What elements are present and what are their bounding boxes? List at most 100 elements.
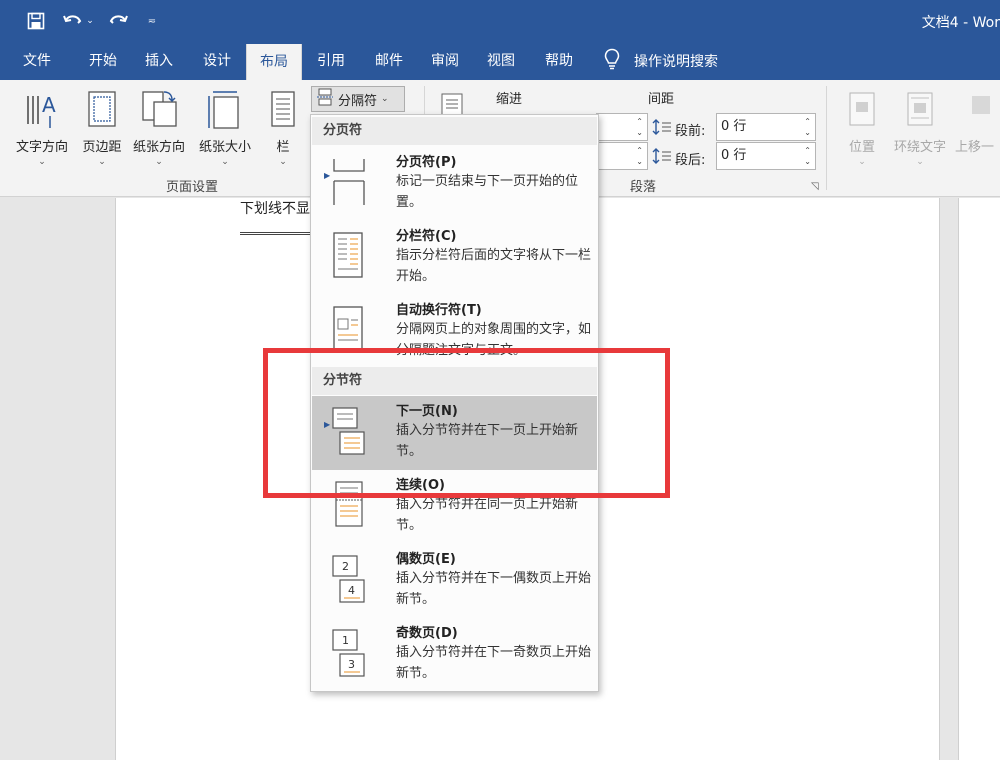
tab-home[interactable]: 开始 [74, 42, 132, 80]
chevron-down-icon: ⌄ [858, 157, 866, 167]
tab-review[interactable]: 审阅 [416, 42, 474, 80]
menu-item-title: 下一页(N) [396, 404, 458, 419]
tab-design[interactable]: 设计 [188, 42, 246, 80]
paragraph-group-label: 段落 [630, 180, 657, 195]
customize-qat-icon[interactable]: ≂ [144, 9, 160, 33]
breaks-button[interactable]: 分隔符 ⌄ [311, 86, 405, 112]
tell-me-search[interactable]: 操作说明搜索 [604, 42, 718, 80]
even-page-break-icon: 24 [332, 555, 365, 603]
wrap-text-label: 环绕文字 [893, 140, 946, 155]
dialog-launcher-icon[interactable]: ◹ [811, 181, 819, 192]
tab-view[interactable]: 视图 [472, 42, 530, 80]
svg-text:1: 1 [342, 634, 349, 647]
spacing-after-value: 0 行 [721, 148, 747, 163]
spinner-arrows-icon[interactable]: ⌃ ⌄ [804, 145, 811, 167]
svg-text:2: 2 [342, 560, 349, 573]
chevron-down-icon: ⌄ [98, 157, 106, 167]
menu-item-desc: 指示分栏符后面的文字将从下一栏开始。 [396, 248, 592, 284]
orientation-button[interactable]: 纸张方向 ⌄ [128, 88, 190, 167]
section-breaks-header: 分节符 [312, 367, 597, 395]
breaks-menu: 分页符 ▶ 分页符(P) 标记一页结束与下一页开始的位置。 分栏符(C) 指示分… [310, 114, 599, 692]
indent-right-input[interactable]: ⌃ ⌄ [596, 142, 648, 170]
spacing-after-icon [652, 147, 672, 169]
menu-item-odd-page[interactable]: 13 奇数页(D) 插入分节符并在下一奇数页上开始新节。 [312, 618, 597, 692]
bring-forward-label: 上移一 [955, 140, 995, 155]
save-icon[interactable] [24, 9, 48, 33]
size-button[interactable]: 纸张大小 ⌄ [194, 88, 256, 167]
spacing-after-label: 段后: [652, 147, 705, 169]
document-text: 下划线不显 [240, 201, 310, 217]
chevron-down-icon: ⌄ [221, 157, 229, 167]
menu-item-desc: 插入分节符并在下一奇数页上开始新节。 [396, 645, 592, 681]
tab-file[interactable]: 文件 [8, 42, 66, 80]
spacing-before-label: 段前: [652, 118, 705, 140]
position-button[interactable]: 位置 ⌄ [842, 88, 882, 167]
indent-left-input[interactable]: ⌃ ⌄ [596, 113, 648, 141]
menu-item-desc: 分隔网页上的对象周围的文字，如分隔题注文字与正文。 [396, 322, 592, 358]
menu-item-desc: 标记一页结束与下一页开始的位置。 [396, 174, 579, 210]
menu-item-title: 连续(O) [396, 478, 445, 493]
position-icon [842, 88, 882, 130]
tab-insert[interactable]: 插入 [130, 42, 188, 80]
chevron-down-icon: ⌄ [916, 157, 924, 167]
svg-text:3: 3 [348, 658, 355, 671]
text-wrapping-break-icon [333, 306, 363, 352]
menu-item-title: 分页符(P) [396, 155, 457, 170]
breaks-icon [316, 88, 338, 110]
title-bar: ⌄ ≂ 文档4 - Wor [0, 0, 1000, 42]
text-direction-icon: A [22, 88, 62, 130]
odd-page-break-icon: 13 [332, 629, 365, 677]
spinner-arrows-icon[interactable]: ⌃ ⌄ [636, 116, 643, 138]
window-title: 文档4 - Wor [921, 15, 1000, 31]
tab-mailings[interactable]: 邮件 [360, 42, 418, 80]
bring-forward-icon [955, 88, 995, 130]
page-breaks-header: 分页符 [312, 117, 597, 145]
tab-layout[interactable]: 布局 [246, 44, 302, 80]
indent-header: 缩进 [496, 92, 523, 107]
menu-item-even-page[interactable]: 24 偶数页(E) 插入分节符并在下一偶数页上开始新节。 [312, 544, 597, 618]
spinner-arrows-icon[interactable]: ⌃ ⌄ [636, 145, 643, 167]
ribbon-tabs: 文件 开始 插入 设计 布局 引用 邮件 审阅 视图 帮助 操作说明搜索 [0, 42, 1000, 80]
continuous-break-icon [335, 481, 363, 527]
menu-item-title: 自动换行符(T) [396, 303, 482, 318]
menu-item-text-wrapping-break[interactable]: 自动换行符(T) 分隔网页上的对象周围的文字，如分隔题注文字与正文。 [312, 295, 597, 369]
columns-icon [263, 88, 303, 130]
chevron-down-icon: ⌄ [155, 157, 163, 167]
menu-item-title: 偶数页(E) [396, 552, 456, 567]
spacing-before-value: 0 行 [721, 119, 747, 134]
redo-icon[interactable] [106, 9, 130, 33]
next-page-break-icon [332, 407, 365, 455]
breaks-label: 分隔符 [338, 93, 378, 109]
menu-item-continuous[interactable]: 连续(O) 插入分节符并在同一页上开始新节。 [312, 470, 597, 544]
text-direction-button[interactable]: A 文字方向 ⌄ [10, 88, 74, 167]
menu-item-title: 分栏符(C) [396, 229, 457, 244]
margins-icon [82, 88, 122, 130]
menu-item-next-page[interactable]: ▶ 下一页(N) 插入分节符并在下一页上开始新节。 [312, 396, 597, 470]
menu-item-desc: 插入分节符并在下一页上开始新节。 [396, 423, 579, 459]
page-setup-group-label: 页面设置 [166, 180, 219, 195]
wrap-text-icon [900, 88, 940, 130]
wrap-text-button[interactable]: 环绕文字 ⌄ [890, 88, 950, 167]
menu-item-desc: 插入分节符并在同一页上开始新节。 [396, 497, 579, 533]
spacing-before-icon [652, 118, 672, 140]
tell-me-label: 操作说明搜索 [634, 54, 718, 70]
spacing-header: 间距 [648, 92, 675, 107]
spacing-before-input[interactable]: 0 行 ⌃ ⌄ [716, 113, 816, 141]
text-direction-label: 文字方向 [15, 140, 68, 155]
svg-text:4: 4 [348, 584, 355, 597]
spacing-after-input[interactable]: 0 行 ⌃ ⌄ [716, 142, 816, 170]
orientation-label: 纸张方向 [132, 140, 185, 155]
tab-references[interactable]: 引用 [302, 42, 360, 80]
undo-icon[interactable]: ⌄ [58, 9, 98, 33]
menu-item-column-break[interactable]: 分栏符(C) 指示分栏符后面的文字将从下一栏开始。 [312, 221, 597, 295]
menu-item-title: 奇数页(D) [396, 626, 458, 641]
bring-forward-button[interactable]: 上移一 [955, 88, 1000, 155]
menu-item-page-break[interactable]: ▶ 分页符(P) 标记一页结束与下一页开始的位置。 [312, 147, 597, 221]
margins-label: 页边距 [82, 140, 122, 155]
margins-button[interactable]: 页边距 ⌄ [76, 88, 128, 167]
menu-item-desc: 插入分节符并在下一偶数页上开始新节。 [396, 571, 592, 607]
lightbulb-icon [604, 48, 620, 74]
columns-button[interactable]: 栏 ⌄ [266, 88, 300, 167]
tab-help[interactable]: 帮助 [530, 42, 588, 80]
spinner-arrows-icon[interactable]: ⌃ ⌄ [804, 116, 811, 138]
